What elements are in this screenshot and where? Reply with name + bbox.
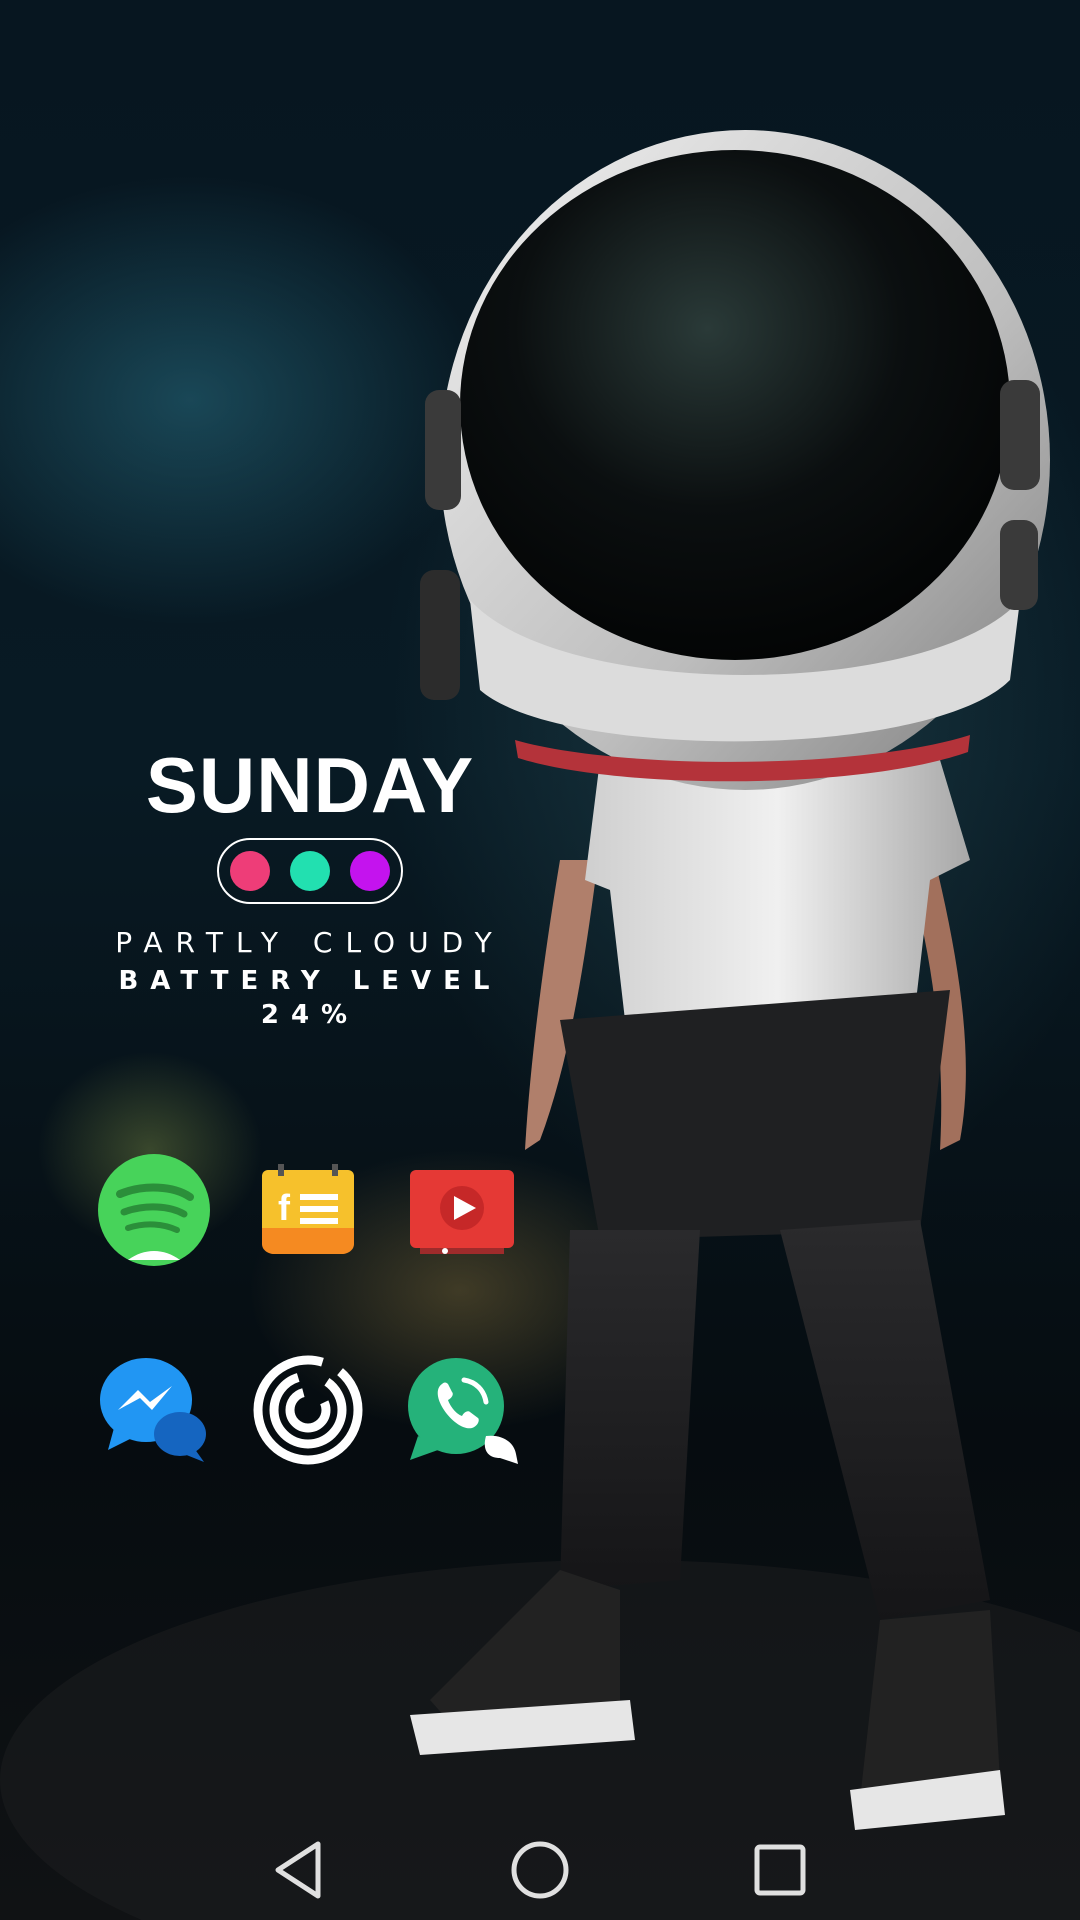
- back-icon: [275, 1841, 321, 1899]
- battery-label: BATTERY LEVEL 24%: [118, 966, 502, 1030]
- messenger-app[interactable]: [94, 1350, 214, 1470]
- youtube-app[interactable]: [402, 1150, 522, 1270]
- home-icon: [511, 1841, 569, 1899]
- navigation-bar: [0, 1810, 1080, 1920]
- maze-circle-app[interactable]: [248, 1350, 368, 1470]
- purple-dot: [350, 851, 390, 891]
- color-dots-pill: [217, 838, 403, 904]
- pink-dot: [230, 851, 270, 891]
- back-button[interactable]: [260, 1830, 340, 1910]
- maze-circle-icon: [253, 1355, 363, 1465]
- youtube-icon: [410, 1170, 514, 1254]
- teal-dot: [290, 851, 330, 891]
- recents-button[interactable]: [740, 1830, 820, 1910]
- facebook-notes-icon: f: [262, 1164, 354, 1254]
- whatsapp-app[interactable]: [402, 1350, 522, 1470]
- home-button[interactable]: [500, 1830, 580, 1910]
- info-widget: SUNDAY PARTLY CLOUDY BATTERY LEVEL 24%: [60, 740, 560, 1032]
- weather-label: PARTLY CLOUDY: [115, 926, 505, 959]
- messenger-icon: [100, 1358, 206, 1462]
- recents-icon: [754, 1844, 806, 1896]
- spotify-icon: [98, 1154, 210, 1266]
- whatsapp-icon: [408, 1358, 518, 1464]
- svg-text:f: f: [278, 1187, 291, 1228]
- spotify-app[interactable]: [94, 1150, 214, 1270]
- facebook-notes-app[interactable]: f: [248, 1150, 368, 1270]
- day-label: SUNDAY: [145, 741, 475, 829]
